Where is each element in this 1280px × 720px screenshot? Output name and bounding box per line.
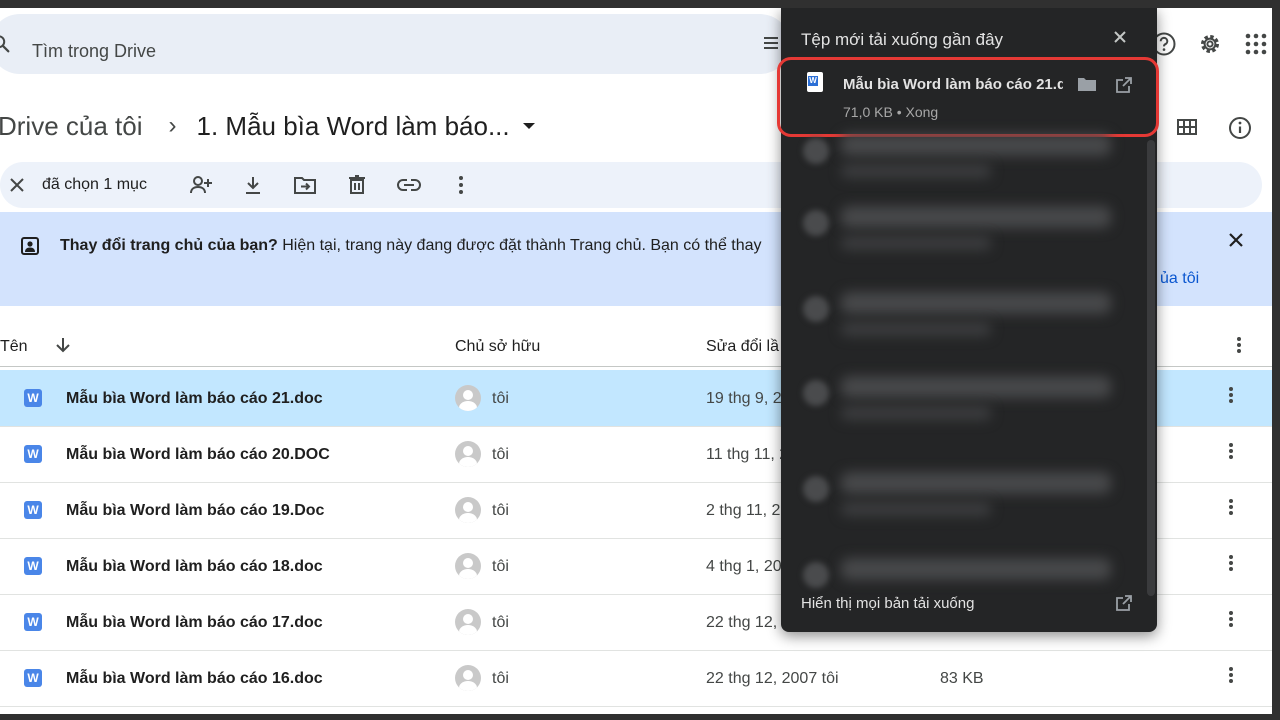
home-icon	[20, 236, 40, 256]
owner-name: tôi	[492, 390, 509, 407]
file-name[interactable]: Mẫu bìa Word làm báo cáo 20.DOC	[66, 446, 330, 464]
close-icon[interactable]	[1111, 28, 1129, 46]
file-name[interactable]: Mẫu bìa Word làm báo cáo 17.doc	[66, 614, 323, 632]
close-icon[interactable]	[8, 176, 26, 194]
settings-icon[interactable]	[1194, 28, 1226, 60]
word-file-icon: W	[24, 501, 42, 519]
more-icon[interactable]	[1228, 666, 1234, 684]
more-icon[interactable]	[1228, 386, 1234, 404]
more-icon[interactable]	[1228, 610, 1234, 628]
info-icon[interactable]	[1228, 116, 1252, 140]
blurred-download-item	[797, 470, 1127, 526]
modified-date: 22 thg 12,	[706, 614, 778, 631]
search-options-icon[interactable]	[762, 34, 780, 52]
banner-title: Thay đổi trang chủ của bạn?	[60, 237, 278, 254]
modified-date: 19 thg 9, 2	[706, 390, 782, 407]
dropdown-icon[interactable]	[522, 121, 536, 131]
column-owner[interactable]: Chủ sở hữu	[455, 338, 540, 356]
owner-name: tôi	[492, 502, 509, 519]
avatar	[455, 665, 481, 691]
search-input[interactable]: Tìm trong Drive	[32, 41, 156, 62]
breadcrumb-root[interactable]: Drive của tôi	[0, 111, 143, 142]
avatar	[455, 385, 481, 411]
scrollbar[interactable]	[1147, 140, 1155, 596]
modified-date: 4 thg 1, 20	[706, 558, 782, 575]
banner-link[interactable]: ủa tôi	[1160, 270, 1199, 288]
arrow-down-icon[interactable]	[54, 336, 72, 354]
chevron-right-icon: ›	[168, 112, 177, 139]
avatar	[455, 441, 481, 467]
download-icon[interactable]	[227, 167, 279, 203]
word-file-icon: W	[24, 613, 42, 631]
highlight-box	[777, 57, 1159, 137]
downloads-title: Tệp mới tải xuống gần đây	[801, 30, 1004, 49]
modified-date: 2 thg 11, 20	[706, 502, 790, 519]
avatar	[455, 553, 481, 579]
word-file-icon: W	[24, 669, 42, 687]
show-all-downloads[interactable]: Hiển thị mọi bản tải xuống	[801, 595, 974, 612]
banner-body: Hiện tại, trang này đang được đặt thành …	[282, 237, 762, 254]
blurred-download-item	[797, 204, 1127, 260]
column-modified[interactable]: Sửa đổi lầ	[706, 338, 779, 356]
trash-icon[interactable]	[331, 167, 383, 203]
share-icon[interactable]	[175, 167, 227, 203]
table-row[interactable]: W Mẫu bìa Word làm báo cáo 16.doc tôi 22 th…	[0, 650, 1272, 707]
blurred-download-item	[797, 374, 1127, 430]
top-icons	[1148, 28, 1272, 60]
apps-grid-icon[interactable]	[1240, 28, 1272, 60]
view-controls	[1176, 116, 1252, 140]
file-name[interactable]: Mẫu bìa Word làm báo cáo 18.doc	[66, 558, 323, 576]
avatar	[455, 497, 481, 523]
word-file-icon: W	[24, 445, 42, 463]
word-file-icon: W	[24, 557, 42, 575]
modified-date: 11 thg 11, 2	[706, 446, 789, 463]
search-icon[interactable]	[0, 33, 12, 55]
downloads-panel: Tệp mới tải xuống gần đây Mẫu bìa Word l…	[777, 8, 1159, 632]
drive-window: Tìm trong Drive Drive của tôi › 1. Mẫu b…	[0, 8, 1272, 714]
modified-date: 22 thg 12, 2007 tôi	[706, 670, 839, 687]
column-name[interactable]: Tên	[0, 338, 28, 356]
more-icon[interactable]	[1228, 554, 1234, 572]
blurred-download-item	[797, 132, 1127, 188]
open-external-icon[interactable]	[1115, 594, 1133, 612]
selection-count: đã chọn 1 mục	[42, 176, 147, 193]
file-size: 83 KB	[940, 670, 984, 687]
file-name[interactable]: Mẫu bìa Word làm báo cáo 16.doc	[66, 670, 323, 688]
file-name[interactable]: Mẫu bìa Word làm báo cáo 19.Doc	[66, 502, 324, 520]
more-icon[interactable]	[1236, 336, 1242, 354]
file-name[interactable]: Mẫu bìa Word làm báo cáo 21.doc	[66, 390, 323, 408]
word-file-icon: W	[24, 389, 42, 407]
blurred-download-item	[797, 556, 1127, 588]
breadcrumb: Drive của tôi › 1. Mẫu bìa Word làm báo.…	[0, 106, 536, 146]
breadcrumb-current-folder[interactable]: 1. Mẫu bìa Word làm báo...	[197, 111, 510, 142]
close-icon[interactable]	[1226, 230, 1246, 250]
link-icon[interactable]	[383, 167, 435, 203]
search-bar[interactable]: Tìm trong Drive	[0, 14, 790, 74]
banner-message: Thay đổi trang chủ của bạn? Hiện tại, tr…	[60, 237, 762, 255]
owner-name: tôi	[492, 558, 509, 575]
grid-view-icon[interactable]	[1176, 116, 1198, 140]
avatar	[455, 609, 481, 635]
blurred-download-item	[797, 290, 1127, 346]
owner-name: tôi	[492, 446, 509, 463]
owner-name: tôi	[492, 614, 509, 631]
more-icon[interactable]	[1228, 442, 1234, 460]
more-icon[interactable]	[1228, 498, 1234, 516]
more-icon[interactable]	[435, 167, 487, 203]
owner-name: tôi	[492, 670, 509, 687]
move-icon[interactable]	[279, 167, 331, 203]
